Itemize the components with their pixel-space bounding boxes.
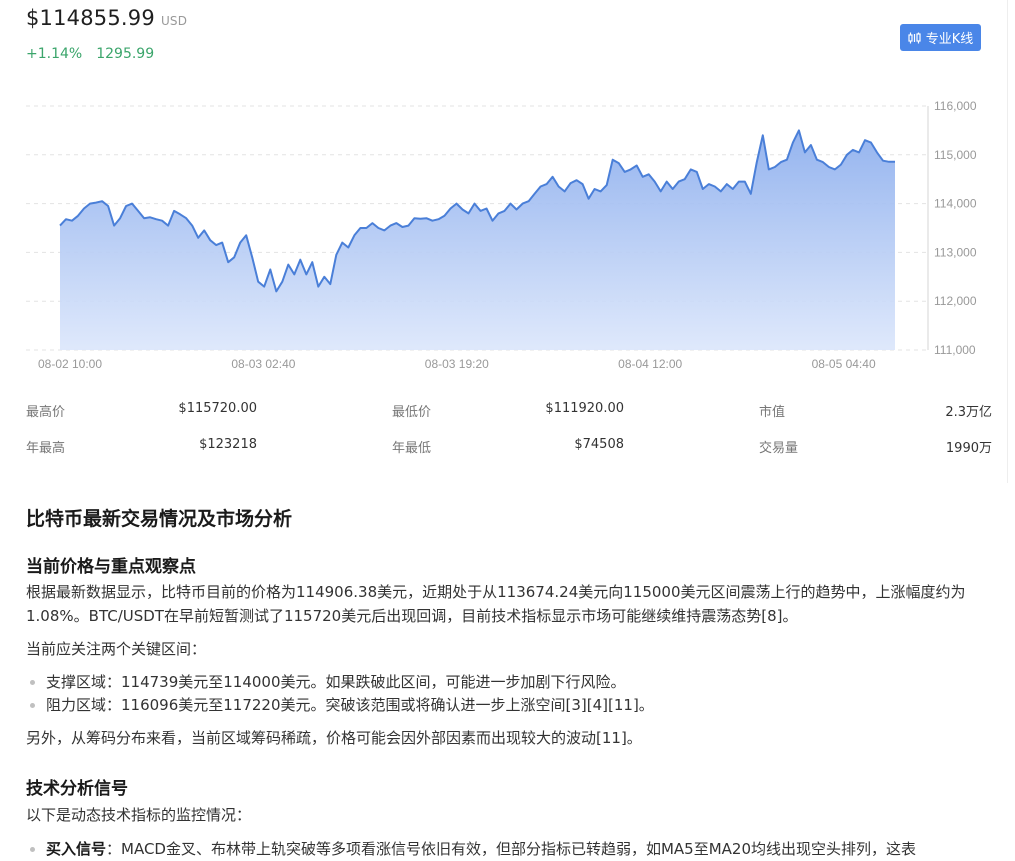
section-outro: 另外，从筹码分布来看，当前区域筹码稀疏，价格可能会因外部因素而出现较大的波动[1… — [26, 729, 642, 747]
x-tick-label: 08-04 12:00 — [618, 357, 682, 371]
x-tick-label: 08-03 19:20 — [425, 357, 489, 371]
change-amount: 1295.99 — [96, 46, 155, 62]
y-tick-label: 113,000 — [934, 245, 977, 259]
stats-row: 年最高 $123218 年最低 $74508 交易量 1990万 — [26, 429, 992, 465]
buy-signal-text: ：MACD金叉、布林带上轨突破等多项看涨信号依旧有效，但部分指标已转趋弱，如MA… — [106, 840, 917, 858]
list-item: 阻力区域：116096美元至117220美元。突破该范围或将确认进一步上涨空间[… — [26, 693, 994, 717]
article-title: 比特币最新交易情况及市场分析 — [26, 508, 293, 530]
candlestick-icon — [908, 32, 921, 43]
section-intro: 以下是动态技术指标的监控情况： — [26, 806, 252, 824]
pro-kline-label: 专业K线 — [925, 32, 974, 47]
stat-label-year-low: 年最低 — [392, 441, 432, 456]
stat-value-low: $111920.00 — [545, 401, 624, 416]
list-item-buy-signal: 买入信号：MACD金叉、布林带上轨突破等多项看涨信号依旧有效，但部分指标已转趋弱… — [26, 837, 994, 861]
x-tick-label: 08-02 10:00 — [38, 357, 102, 371]
stat-label-year-high: 年最高 — [26, 441, 66, 456]
price-unit: USD — [160, 14, 188, 28]
stat-value-market-cap: 2.3万亿 — [945, 405, 992, 420]
buy-signal-label: 买入信号 — [46, 840, 107, 858]
change-percent: +1.14% — [26, 46, 83, 62]
stat-value-year-high: $123218 — [199, 437, 257, 452]
pro-kline-button[interactable]: 专业K线 — [900, 24, 981, 51]
stat-label-low: 最低价 — [392, 405, 432, 420]
price-area — [60, 130, 895, 350]
price-value: $114855.99 — [26, 6, 155, 30]
current-price: $114855.99 USD — [26, 6, 187, 30]
price-card: $114855.99 USD +1.14% 1295.99 专业K线 116,000… — [0, 0, 1008, 483]
y-tick-label: 116,000 — [934, 99, 977, 113]
x-tick-label: 08-03 02:40 — [231, 357, 295, 371]
list-item: 支撑区域：114739美元至114000美元。如果跌破此区间，可能进一步加剧下行… — [26, 670, 994, 694]
section-paragraph: 根据最新数据显示，比特币目前的价格为114906.38美元，近期处于从11367… — [26, 583, 966, 625]
section-intro: 当前应关注两个关键区间： — [26, 640, 207, 658]
price-change: +1.14% 1295.99 — [26, 46, 154, 62]
y-tick-label: 115,000 — [934, 148, 977, 162]
stats-table: 最高价 $115720.00 最低价 $111920.00 市值 2.3万亿 年… — [26, 393, 992, 465]
section-title-technical: 技术分析信号 — [26, 779, 128, 799]
stat-value-high: $115720.00 — [178, 401, 257, 416]
x-tick-label: 08-05 04:40 — [812, 357, 876, 371]
stat-value-volume: 1990万 — [945, 441, 992, 456]
y-tick-label: 111,000 — [934, 343, 976, 357]
stat-label-volume: 交易量 — [759, 441, 799, 456]
stat-label-market-cap: 市值 — [759, 405, 786, 420]
stats-row: 最高价 $115720.00 最低价 $111920.00 市值 2.3万亿 — [26, 393, 992, 429]
stat-value-year-low: $74508 — [574, 437, 624, 452]
stat-label-high: 最高价 — [26, 405, 66, 420]
price-chart: 116,000 115,000 114,000 113,000 112,000 111,0… — [26, 99, 977, 371]
y-tick-label: 112,000 — [934, 294, 977, 308]
y-tick-label: 114,000 — [934, 197, 977, 211]
section-title-price: 当前价格与重点观察点 — [26, 557, 196, 577]
